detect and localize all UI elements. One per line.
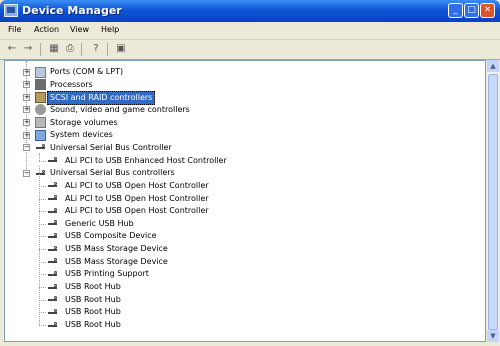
tree-connector-line bbox=[39, 249, 46, 251]
usb-icon bbox=[35, 142, 46, 153]
tree-device[interactable]: USB Printing Support bbox=[65, 268, 149, 280]
usb-icon bbox=[47, 155, 58, 166]
scroll-thumb[interactable] bbox=[488, 74, 498, 330]
usb-icon bbox=[47, 307, 58, 318]
scsi-icon bbox=[35, 91, 46, 103]
title-bar[interactable]: Device Manager _ □ ✕ bbox=[0, 0, 500, 22]
scan-hardware-icon[interactable]: ▣ bbox=[115, 43, 127, 55]
usb-icon bbox=[47, 282, 58, 293]
usb-icon bbox=[47, 269, 58, 280]
expand-icon[interactable]: + bbox=[23, 131, 30, 139]
ports-icon bbox=[35, 66, 46, 78]
expand-icon[interactable]: + bbox=[23, 68, 30, 76]
collapse-icon[interactable]: − bbox=[23, 144, 30, 152]
vertical-scrollbar[interactable]: ▲ ▼ bbox=[487, 60, 499, 342]
forward-icon[interactable]: → bbox=[22, 43, 34, 55]
tree-category[interactable]: Processors bbox=[50, 79, 93, 91]
tree-connector-line bbox=[39, 211, 46, 213]
tree-category[interactable]: Universal Serial Bus Controller bbox=[50, 142, 172, 154]
tree-connector-line bbox=[39, 152, 40, 161]
tree-device[interactable]: USB Mass Storage Device bbox=[65, 256, 168, 268]
tree-connector-line bbox=[39, 185, 46, 187]
tree-device[interactable]: USB Root Hub bbox=[65, 306, 121, 318]
tree-device[interactable]: Generic USB Hub bbox=[65, 218, 134, 230]
tree-category[interactable]: Universal Serial Bus controllers bbox=[50, 167, 175, 179]
tree-device[interactable]: USB Root Hub bbox=[65, 294, 121, 306]
sound-icon bbox=[35, 104, 46, 116]
tree-category[interactable]: Sound, video and game controllers bbox=[50, 104, 190, 116]
expand-icon[interactable]: + bbox=[23, 119, 30, 127]
collapse-icon[interactable]: − bbox=[23, 169, 30, 177]
toolbar-separator bbox=[107, 43, 108, 56]
tree-category[interactable]: System devices bbox=[50, 129, 113, 141]
tree-connector-line bbox=[39, 312, 46, 314]
window-title: Device Manager bbox=[22, 4, 122, 17]
device-manager-window: Device Manager _ □ ✕ File Action View He… bbox=[0, 0, 500, 346]
tree-connector-line bbox=[39, 274, 46, 276]
resize-grip[interactable] bbox=[488, 330, 499, 342]
properties-icon[interactable]: ▦ bbox=[48, 43, 60, 55]
expand-icon[interactable]: + bbox=[23, 93, 30, 101]
device-tree: + Ports (COM & LPT) + Processors + SCSI and R… bbox=[4, 60, 486, 342]
tree-connector-line bbox=[39, 236, 46, 238]
tree-connector-line bbox=[39, 325, 46, 326]
tree-device[interactable]: USB Root Hub bbox=[65, 319, 121, 331]
expand-icon[interactable]: + bbox=[23, 106, 30, 114]
usb-icon bbox=[47, 193, 58, 204]
menu-action[interactable]: Action bbox=[34, 25, 59, 34]
tree-connector-line bbox=[39, 287, 46, 289]
scroll-up-icon[interactable]: ▲ bbox=[487, 60, 499, 72]
usb-icon bbox=[47, 320, 58, 331]
usb-icon bbox=[47, 244, 58, 255]
tree-device[interactable]: ALi PCI to USB Open Host Controller bbox=[65, 193, 209, 205]
system-icon bbox=[35, 129, 46, 141]
usb-icon bbox=[35, 168, 46, 179]
toolbar-separator bbox=[81, 43, 82, 56]
toolbar: ← → ▦ ⎙ ? ▣ bbox=[0, 40, 500, 60]
usb-icon bbox=[47, 180, 58, 191]
print-icon[interactable]: ⎙ bbox=[64, 43, 76, 55]
expand-icon[interactable]: + bbox=[23, 81, 30, 89]
back-icon[interactable]: ← bbox=[6, 43, 18, 55]
tree-connector-line bbox=[26, 61, 27, 174]
tree-device[interactable]: ALi PCI to USB Enhanced Host Controller bbox=[65, 155, 227, 167]
menu-view[interactable]: View bbox=[70, 25, 89, 34]
usb-icon bbox=[47, 231, 58, 242]
usb-icon bbox=[47, 256, 58, 267]
menu-bar: File Action View Help bbox=[0, 22, 500, 40]
tree-connector-line bbox=[39, 223, 46, 225]
tree-connector-line bbox=[39, 165, 40, 325]
toolbar-separator bbox=[40, 43, 41, 56]
menu-help[interactable]: Help bbox=[101, 25, 119, 34]
help-icon[interactable]: ? bbox=[90, 43, 102, 55]
tree-device[interactable]: USB Mass Storage Device bbox=[65, 243, 168, 255]
menu-file[interactable]: File bbox=[8, 25, 21, 34]
usb-icon bbox=[47, 206, 58, 217]
tree-category[interactable]: Storage volumes bbox=[50, 117, 118, 129]
tree-category[interactable]: Ports (COM & LPT) bbox=[50, 66, 123, 78]
close-button[interactable]: ✕ bbox=[480, 3, 495, 18]
tree-device[interactable]: USB Root Hub bbox=[65, 281, 121, 293]
usb-icon bbox=[47, 294, 58, 305]
maximize-button[interactable]: □ bbox=[464, 3, 479, 18]
tree-device[interactable]: ALi PCI to USB Open Host Controller bbox=[65, 180, 209, 192]
usb-icon bbox=[47, 218, 58, 229]
minimize-button[interactable]: _ bbox=[448, 3, 463, 18]
tree-connector-line bbox=[39, 261, 46, 263]
tree-device[interactable]: ALi PCI to USB Open Host Controller bbox=[65, 205, 209, 217]
device-manager-icon bbox=[4, 4, 18, 17]
tree-device[interactable]: USB Composite Device bbox=[65, 230, 157, 242]
storage-icon bbox=[35, 117, 46, 129]
tree-connector-line bbox=[39, 160, 46, 162]
tree-connector-line bbox=[39, 299, 46, 301]
tree-connector-line bbox=[39, 198, 46, 200]
processor-icon bbox=[35, 79, 46, 91]
